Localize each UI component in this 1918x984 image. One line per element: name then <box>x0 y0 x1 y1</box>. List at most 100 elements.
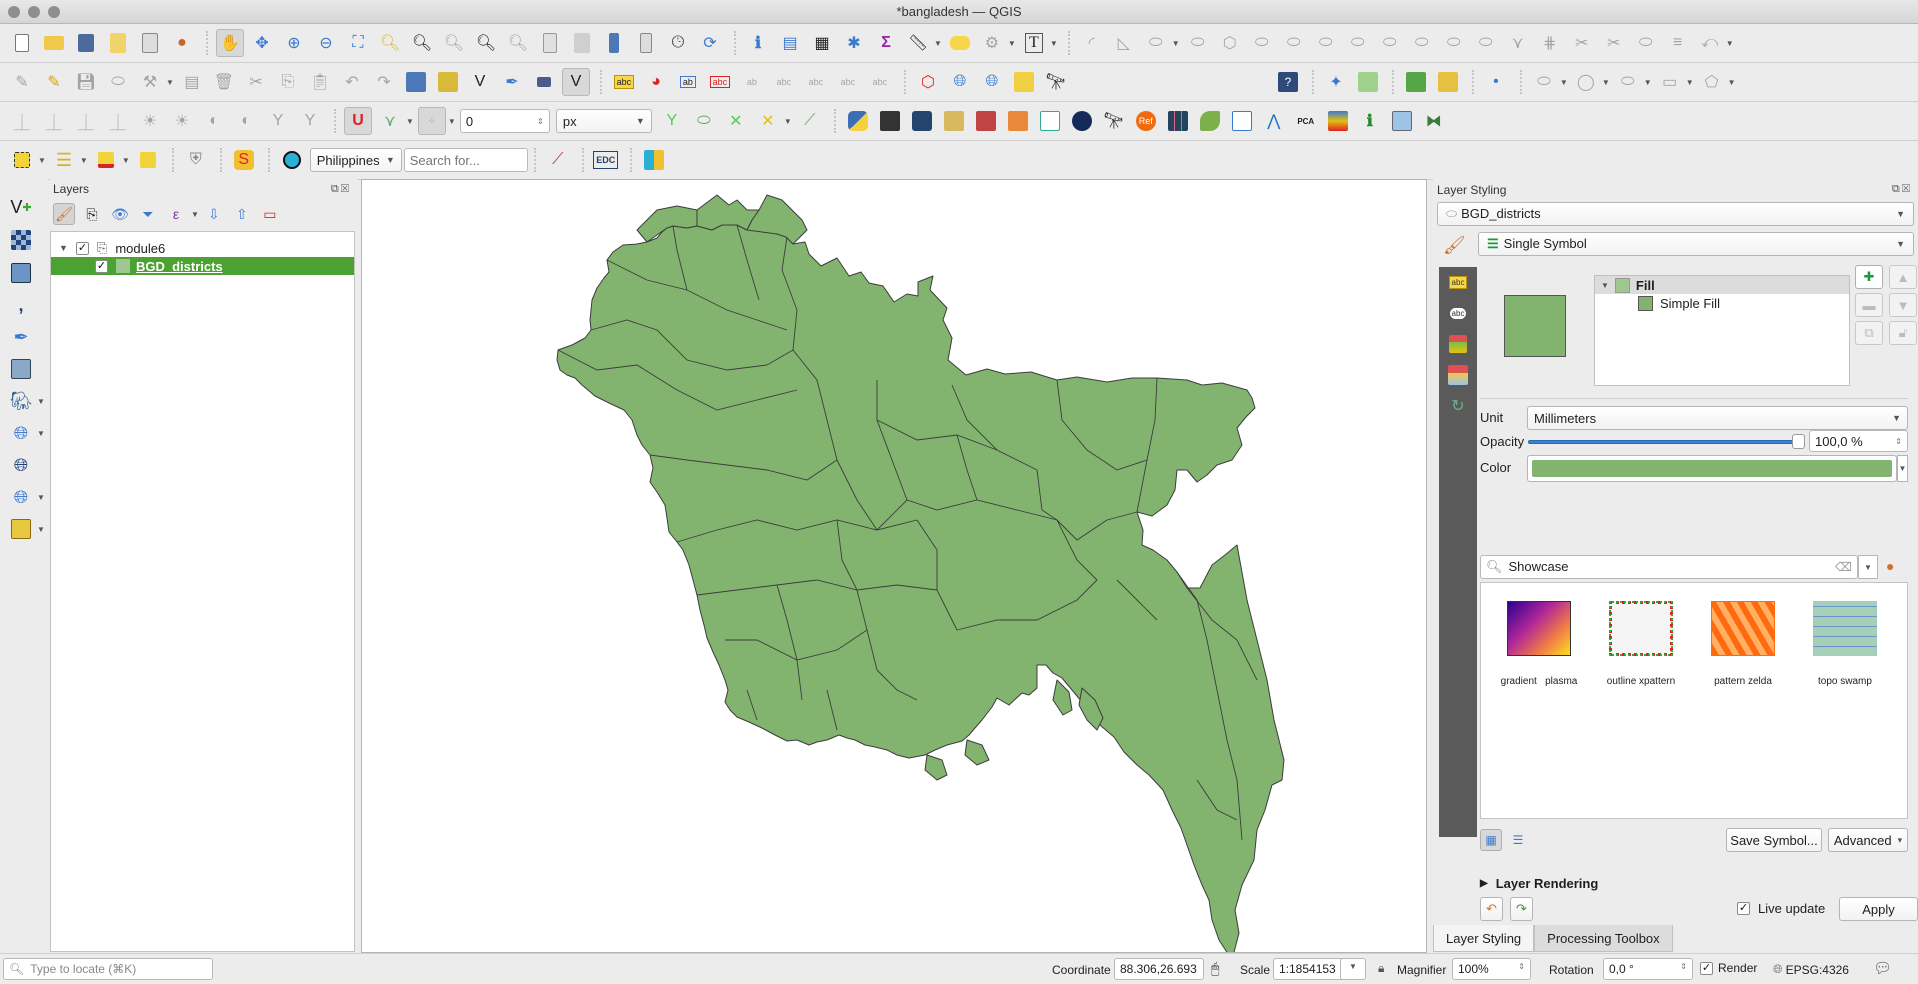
advanced-tool-7-icon[interactable]: ◐ <box>200 107 228 135</box>
shape-tool-1-icon[interactable]: ⬭ <box>1530 68 1558 96</box>
new-temporary-layer-icon[interactable]: ✒ <box>498 68 526 96</box>
zoom-to-layer-icon[interactable]: 🔍︎ <box>408 29 436 57</box>
search-wms-icon[interactable]: 🌐︎ <box>978 68 1006 96</box>
intersection-dropdown-icon[interactable]: ▼ <box>784 117 792 126</box>
profile-tool-icon[interactable]: ⟋ <box>544 146 572 174</box>
digitize-circle-icon[interactable]: ◜ <box>1078 29 1106 57</box>
labels-tab-icon[interactable]: abc <box>1447 271 1469 293</box>
add-postgis-layer-icon[interactable]: 🐘︎ <box>6 387 36 415</box>
identify-plus-icon[interactable]: ℹ <box>1356 107 1384 135</box>
magnifier-field[interactable]: 100% ⇕ <box>1452 958 1531 980</box>
color-stack-plugin-icon[interactable] <box>1324 107 1352 135</box>
globe-dropdown-icon[interactable]: ▼ <box>37 525 45 534</box>
merge-attributes-icon[interactable]: ⬭ <box>1344 29 1372 57</box>
remove-layer-icon[interactable]: ▭ <box>259 203 281 225</box>
locator-search-icon[interactable] <box>278 146 306 174</box>
measure-dropdown-icon[interactable]: ▼ <box>934 39 942 48</box>
tab-processing-toolbox[interactable]: Processing Toolbox <box>1534 925 1673 952</box>
vertex-tool-2-icon[interactable]: ⚒ <box>136 68 164 96</box>
split-parts-icon[interactable]: ⬭ <box>1280 29 1308 57</box>
network-plugin-icon[interactable]: • <box>1482 68 1510 96</box>
toggle-editing-icon[interactable]: ✎ <box>40 68 68 96</box>
snapping-intersection-icon[interactable]: ✕ <box>754 107 782 135</box>
layer-select[interactable]: ⬭ BGD_districts ▼ <box>1437 202 1914 226</box>
advanced-tool-10-icon[interactable]: Y <box>296 107 324 135</box>
close-panel-icon[interactable]: ☒ <box>341 183 351 195</box>
qgis4-plugin-icon[interactable] <box>1004 107 1032 135</box>
delete-selected-icon[interactable]: 🗑︎ <box>210 68 238 96</box>
vertex-dropdown-icon[interactable]: ▼ <box>166 78 174 87</box>
metasearch-icon[interactable]: 🔭︎ <box>1042 68 1070 96</box>
zoom-in-icon[interactable]: ⊕ <box>280 29 308 57</box>
zoom-last-icon[interactable]: 🔍︎ <box>472 29 500 57</box>
reshape-icon[interactable]: ⬡ <box>1216 29 1244 57</box>
history-tab-icon[interactable]: ↻ <box>1447 395 1469 417</box>
lock-color-button[interactable]: 🔓︎ <box>1889 321 1917 345</box>
open-project-icon[interactable] <box>40 29 68 57</box>
symbol-tree-row-simple-fill[interactable]: Simple Fill <box>1595 294 1849 312</box>
mask-plugin-icon[interactable]: ⧓ <box>1420 107 1448 135</box>
open-attribute-table-icon[interactable]: ▤ <box>776 29 804 57</box>
spin-arrows-icon[interactable]: ⇕ <box>1680 962 1687 976</box>
symbol-item[interactable]: topo swamp <box>1793 601 1897 687</box>
layer-row[interactable]: ✓ BGD_districts <box>51 257 354 275</box>
clear-search-icon[interactable]: ⌫ <box>1835 560 1852 574</box>
new-geopackage-layer-icon[interactable] <box>402 68 430 96</box>
toggle-extents-icon[interactable]: 🖱︎ <box>1211 960 1219 977</box>
new-virtual-layer-icon[interactable] <box>530 68 558 96</box>
symbol-item[interactable]: pattern zelda <box>1691 601 1795 687</box>
select-features-icon[interactable] <box>8 146 36 174</box>
advanced-button[interactable]: Advanced ▾ <box>1828 828 1908 852</box>
zoom-out-icon[interactable]: ⊖ <box>312 29 340 57</box>
country-select[interactable]: Philippines ▼ <box>309 148 402 172</box>
rotate-point-icon[interactable]: ⬭ <box>1632 29 1660 57</box>
add-virtual-globe-icon[interactable] <box>6 515 36 543</box>
spin-arrows-icon[interactable]: ⇕ <box>1518 962 1525 976</box>
add-mesh-layer-icon[interactable] <box>6 259 36 287</box>
new-print-layout-icon[interactable] <box>104 29 132 57</box>
color-menu-dropdown-icon[interactable]: ▼ <box>1897 455 1908 482</box>
help-icon[interactable]: ? <box>1274 68 1302 96</box>
self-snapping-icon[interactable]: ⬭ <box>690 107 718 135</box>
add-wms-layer-icon[interactable]: 🌐︎ <box>946 68 974 96</box>
paste-features-icon[interactable]: 📋︎ <box>306 68 334 96</box>
modify-attributes-icon[interactable]: ▤ <box>178 68 206 96</box>
merge-features-icon[interactable]: ⬭ <box>1312 29 1340 57</box>
wms-dropdown-icon[interactable]: ▼ <box>37 429 45 438</box>
shape-tool-2-icon[interactable]: ◯ <box>1572 68 1600 96</box>
shape-tool-2-dropdown-icon[interactable]: ▼ <box>1602 78 1610 87</box>
python-console-icon[interactable] <box>844 107 872 135</box>
locator-input[interactable]: 🔍︎ Type to locate (⌘K) <box>3 958 213 980</box>
new-spatialite-layer-icon[interactable] <box>434 68 462 96</box>
float-panel-icon[interactable]: ⧉ <box>1892 183 1902 195</box>
symbol-tree-row-fill[interactable]: ▼ Fill <box>1595 276 1849 294</box>
show-bookmarks-icon[interactable] <box>632 29 660 57</box>
float-panel-icon[interactable]: ⧉ <box>331 183 341 195</box>
add-xyz-layer-icon[interactable]: 🌐︎ <box>6 451 36 479</box>
rotation-field[interactable]: 0,0 ° ⇕ <box>1603 958 1693 980</box>
advanced-tool-6-icon[interactable]: ☀ <box>168 107 196 135</box>
add-wfs-layer-icon[interactable]: 🌐︎ <box>6 483 36 511</box>
shape-tool-4-icon[interactable]: ▭ <box>1656 68 1684 96</box>
processing-toolbox-icon[interactable]: ✱ <box>840 29 868 57</box>
coordinate-field[interactable]: 88.306,26.693 <box>1114 958 1204 980</box>
layer-labeling-icon[interactable]: abc <box>610 68 638 96</box>
time-manager-icon[interactable] <box>908 107 936 135</box>
georeferencer-icon[interactable]: ✦ <box>1322 68 1350 96</box>
swipe-plugin-icon[interactable] <box>1388 107 1416 135</box>
symbology-tab-icon[interactable]: 🖌︎ <box>1443 235 1466 256</box>
opacity-slider-handle[interactable] <box>1792 434 1805 449</box>
expand-arrow-icon[interactable]: ▶ <box>1480 878 1488 889</box>
add-vector-layer-icon[interactable]: V ✚ <box>6 193 36 221</box>
advanced-tool-3-icon[interactable]: ⏊ <box>72 107 100 135</box>
zoom-native-icon[interactable]: 🔍︎ <box>440 29 468 57</box>
current-edits-icon[interactable]: ✎ <box>8 68 36 96</box>
grid-table-plugin-icon[interactable] <box>1228 107 1256 135</box>
add-raster-layer-icon[interactable] <box>6 226 36 254</box>
select-by-value-dropdown-icon[interactable]: ▼ <box>80 156 88 165</box>
delete-part-icon[interactable]: ⬭ <box>1408 29 1436 57</box>
select-by-location-icon[interactable]: ⚙ <box>978 29 1006 57</box>
open-layer-styling-icon[interactable]: 🖌︎ <box>53 203 75 225</box>
add-virtual-layer-icon[interactable] <box>6 355 36 383</box>
grid-plugin-icon[interactable] <box>1164 107 1192 135</box>
